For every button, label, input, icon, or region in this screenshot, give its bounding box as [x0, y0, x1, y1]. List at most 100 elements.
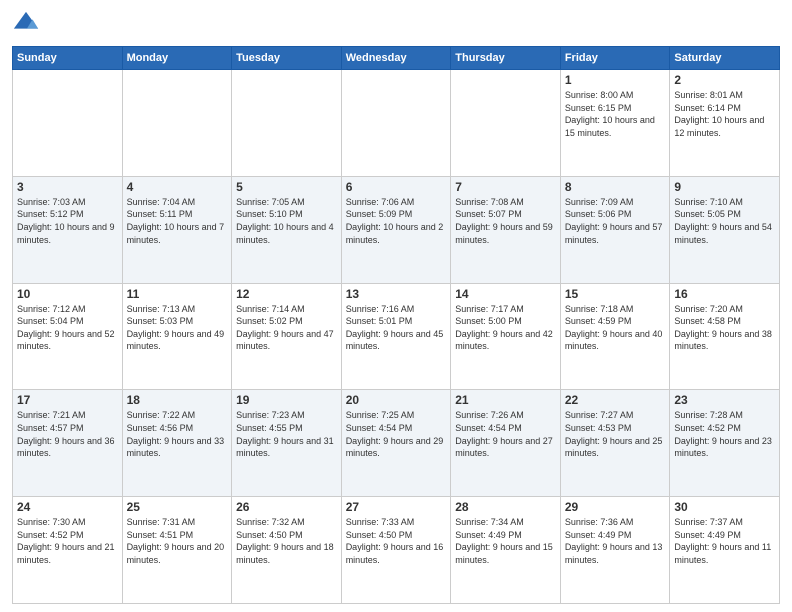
- calendar-cell: 3Sunrise: 7:03 AM Sunset: 5:12 PM Daylig…: [13, 176, 123, 283]
- calendar-cell: 26 Sunrise: 7:32 AM Sunset: 4:50 PM Dayli…: [232, 497, 342, 604]
- day-info: Sunrise: 7:32 AM Sunset: 4:50 PM Dayligh…: [236, 516, 337, 566]
- page: SundayMondayTuesdayWednesdayThursdayFrid…: [0, 0, 792, 612]
- calendar-cell: 30 Sunrise: 7:37 AM Sunset: 4:49 PM Dayli…: [670, 497, 780, 604]
- day-info: Sunrise: 7:12 AM Sunset: 5:04 PM Dayligh…: [17, 303, 118, 353]
- day-info: Sunrise: 7:21 AM Sunset: 4:57 PM Dayligh…: [17, 409, 118, 459]
- day-number: 12: [236, 287, 337, 301]
- logo-icon: [12, 10, 40, 38]
- calendar-cell: [232, 70, 342, 177]
- calendar-cell: 7 Sunrise: 7:08 AM Sunset: 5:07 PM Daylig…: [451, 176, 561, 283]
- calendar-cell: 12 Sunrise: 7:14 AM Sunset: 5:02 PM Dayli…: [232, 283, 342, 390]
- calendar-cell: 2 Sunrise: 8:01 AM Sunset: 6:14 PM Daylig…: [670, 70, 780, 177]
- day-number: 30: [674, 500, 775, 514]
- calendar-cell: 22Sunrise: 7:27 AM Sunset: 4:53 PM Dayli…: [560, 390, 670, 497]
- day-info: Sunrise: 7:10 AM Sunset: 5:05 PM Dayligh…: [674, 196, 775, 246]
- day-info: Sunrise: 7:09 AM Sunset: 5:06 PM Dayligh…: [565, 196, 666, 246]
- calendar-cell: 19 Sunrise: 7:23 AM Sunset: 4:55 PM Dayli…: [232, 390, 342, 497]
- calendar-cell: 16 Sunrise: 7:20 AM Sunset: 4:58 PM Dayli…: [670, 283, 780, 390]
- day-info: Sunrise: 7:28 AM Sunset: 4:52 PM Dayligh…: [674, 409, 775, 459]
- day-number: 4: [127, 180, 228, 194]
- calendar-week-row: 3Sunrise: 7:03 AM Sunset: 5:12 PM Daylig…: [13, 176, 780, 283]
- day-info: Sunrise: 7:18 AM Sunset: 4:59 PM Dayligh…: [565, 303, 666, 353]
- weekday-header: Friday: [560, 47, 670, 70]
- weekday-header-row: SundayMondayTuesdayWednesdayThursdayFrid…: [13, 47, 780, 70]
- day-info: Sunrise: 7:16 AM Sunset: 5:01 PM Dayligh…: [346, 303, 447, 353]
- calendar-cell: 15 Sunrise: 7:18 AM Sunset: 4:59 PM Dayli…: [560, 283, 670, 390]
- calendar-cell: 18 Sunrise: 7:22 AM Sunset: 4:56 PM Dayli…: [122, 390, 232, 497]
- day-number: 18: [127, 393, 228, 407]
- calendar-cell: 13 Sunrise: 7:16 AM Sunset: 5:01 PM Dayli…: [341, 283, 451, 390]
- day-number: 8: [565, 180, 666, 194]
- day-info: Sunrise: 7:37 AM Sunset: 4:49 PM Dayligh…: [674, 516, 775, 566]
- calendar-cell: 9 Sunrise: 7:10 AM Sunset: 5:05 PM Daylig…: [670, 176, 780, 283]
- calendar-cell: 1Sunrise: 8:00 AM Sunset: 6:15 PM Daylig…: [560, 70, 670, 177]
- day-number: 22: [565, 393, 666, 407]
- day-info: Sunrise: 7:22 AM Sunset: 4:56 PM Dayligh…: [127, 409, 228, 459]
- day-info: Sunrise: 7:23 AM Sunset: 4:55 PM Dayligh…: [236, 409, 337, 459]
- calendar-cell: [451, 70, 561, 177]
- calendar-cell: 14 Sunrise: 7:17 AM Sunset: 5:00 PM Dayli…: [451, 283, 561, 390]
- day-number: 7: [455, 180, 556, 194]
- calendar-cell: 11 Sunrise: 7:13 AM Sunset: 5:03 PM Dayli…: [122, 283, 232, 390]
- calendar-cell: 21 Sunrise: 7:26 AM Sunset: 4:54 PM Dayli…: [451, 390, 561, 497]
- calendar-cell: [13, 70, 123, 177]
- day-number: 13: [346, 287, 447, 301]
- calendar-cell: 28 Sunrise: 7:34 AM Sunset: 4:49 PM Dayli…: [451, 497, 561, 604]
- day-info: Sunrise: 7:04 AM Sunset: 5:11 PM Dayligh…: [127, 196, 228, 246]
- day-info: Sunrise: 7:36 AM Sunset: 4:49 PM Dayligh…: [565, 516, 666, 566]
- day-info: Sunrise: 7:14 AM Sunset: 5:02 PM Dayligh…: [236, 303, 337, 353]
- calendar-cell: 20 Sunrise: 7:25 AM Sunset: 4:54 PM Dayli…: [341, 390, 451, 497]
- day-info: Sunrise: 7:34 AM Sunset: 4:49 PM Dayligh…: [455, 516, 556, 566]
- calendar-week-row: 1Sunrise: 8:00 AM Sunset: 6:15 PM Daylig…: [13, 70, 780, 177]
- calendar-cell: 23 Sunrise: 7:28 AM Sunset: 4:52 PM Dayli…: [670, 390, 780, 497]
- day-number: 9: [674, 180, 775, 194]
- calendar-week-row: 10 Sunrise: 7:12 AM Sunset: 5:04 PM Dayli…: [13, 283, 780, 390]
- day-number: 17: [17, 393, 118, 407]
- calendar-cell: 27 Sunrise: 7:33 AM Sunset: 4:50 PM Dayli…: [341, 497, 451, 604]
- day-info: Sunrise: 7:30 AM Sunset: 4:52 PM Dayligh…: [17, 516, 118, 566]
- day-info: Sunrise: 7:20 AM Sunset: 4:58 PM Dayligh…: [674, 303, 775, 353]
- weekday-header: Sunday: [13, 47, 123, 70]
- day-number: 11: [127, 287, 228, 301]
- weekday-header: Tuesday: [232, 47, 342, 70]
- calendar-cell: [122, 70, 232, 177]
- calendar-cell: 17 Sunrise: 7:21 AM Sunset: 4:57 PM Dayli…: [13, 390, 123, 497]
- day-info: Sunrise: 7:17 AM Sunset: 5:00 PM Dayligh…: [455, 303, 556, 353]
- calendar-cell: 24Sunrise: 7:30 AM Sunset: 4:52 PM Dayli…: [13, 497, 123, 604]
- calendar-cell: 10 Sunrise: 7:12 AM Sunset: 5:04 PM Dayli…: [13, 283, 123, 390]
- day-number: 20: [346, 393, 447, 407]
- weekday-header: Thursday: [451, 47, 561, 70]
- day-number: 1: [565, 73, 666, 87]
- day-info: Sunrise: 7:08 AM Sunset: 5:07 PM Dayligh…: [455, 196, 556, 246]
- day-info: Sunrise: 7:26 AM Sunset: 4:54 PM Dayligh…: [455, 409, 556, 459]
- calendar-cell: 29Sunrise: 7:36 AM Sunset: 4:49 PM Dayli…: [560, 497, 670, 604]
- day-number: 2: [674, 73, 775, 87]
- day-info: Sunrise: 7:05 AM Sunset: 5:10 PM Dayligh…: [236, 196, 337, 246]
- calendar-cell: [341, 70, 451, 177]
- weekday-header: Monday: [122, 47, 232, 70]
- day-number: 26: [236, 500, 337, 514]
- day-number: 19: [236, 393, 337, 407]
- calendar-cell: 5Sunrise: 7:05 AM Sunset: 5:10 PM Daylig…: [232, 176, 342, 283]
- weekday-header: Saturday: [670, 47, 780, 70]
- day-number: 14: [455, 287, 556, 301]
- day-info: Sunrise: 7:06 AM Sunset: 5:09 PM Dayligh…: [346, 196, 447, 246]
- day-info: Sunrise: 7:33 AM Sunset: 4:50 PM Dayligh…: [346, 516, 447, 566]
- day-number: 16: [674, 287, 775, 301]
- logo: [12, 10, 44, 38]
- calendar-week-row: 17 Sunrise: 7:21 AM Sunset: 4:57 PM Dayli…: [13, 390, 780, 497]
- day-number: 21: [455, 393, 556, 407]
- day-info: Sunrise: 7:13 AM Sunset: 5:03 PM Dayligh…: [127, 303, 228, 353]
- day-info: Sunrise: 7:03 AM Sunset: 5:12 PM Dayligh…: [17, 196, 118, 246]
- day-number: 6: [346, 180, 447, 194]
- header: [12, 10, 780, 38]
- day-number: 15: [565, 287, 666, 301]
- calendar-week-row: 24Sunrise: 7:30 AM Sunset: 4:52 PM Dayli…: [13, 497, 780, 604]
- day-number: 23: [674, 393, 775, 407]
- day-number: 10: [17, 287, 118, 301]
- day-number: 27: [346, 500, 447, 514]
- day-number: 28: [455, 500, 556, 514]
- day-info: Sunrise: 7:25 AM Sunset: 4:54 PM Dayligh…: [346, 409, 447, 459]
- calendar-cell: 4 Sunrise: 7:04 AM Sunset: 5:11 PM Daylig…: [122, 176, 232, 283]
- day-info: Sunrise: 8:01 AM Sunset: 6:14 PM Dayligh…: [674, 89, 775, 139]
